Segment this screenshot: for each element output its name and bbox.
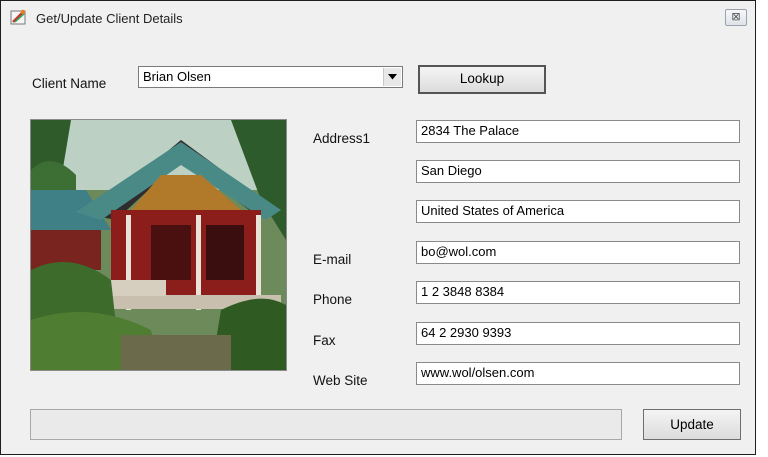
fax-label: Fax	[313, 333, 336, 348]
website-field[interactable]: www.wol/olsen.com	[416, 362, 740, 385]
title-bar: Get/Update Client Details ⊠	[1, 1, 755, 35]
lookup-button[interactable]: Lookup	[418, 65, 546, 94]
update-button[interactable]: Update	[643, 409, 741, 440]
window-title: Get/Update Client Details	[36, 11, 183, 26]
house-image	[31, 120, 286, 370]
website-label: Web Site	[313, 373, 368, 388]
address1-label: Address1	[313, 131, 371, 146]
close-button[interactable]: ⊠	[725, 9, 747, 26]
chevron-down-icon	[388, 74, 397, 80]
combobox-dropdown-button[interactable]	[383, 68, 401, 86]
client-photo	[30, 119, 287, 371]
fax-field[interactable]: 64 2 2930 9393	[416, 322, 740, 345]
client-name-combobox[interactable]: Brian Olsen	[138, 66, 403, 88]
email-field[interactable]: bo@wol.com	[416, 241, 740, 264]
app-icon	[10, 9, 26, 25]
email-label: E-mail	[313, 252, 352, 267]
phone-label: Phone	[313, 292, 353, 307]
address-line3-field[interactable]: United States of America	[416, 200, 740, 223]
address-line1-field[interactable]: 2834 The Palace	[416, 120, 740, 143]
client-details-window: Get/Update Client Details ⊠ Client Name …	[0, 0, 756, 455]
close-icon: ⊠	[731, 11, 741, 23]
phone-field[interactable]: 1 2 3848 8384	[416, 281, 740, 304]
status-bar	[30, 409, 622, 440]
client-name-value: Brian Olsen	[143, 69, 211, 84]
address-line2-field[interactable]: San Diego	[416, 160, 740, 183]
client-name-label: Client Name	[32, 76, 107, 91]
